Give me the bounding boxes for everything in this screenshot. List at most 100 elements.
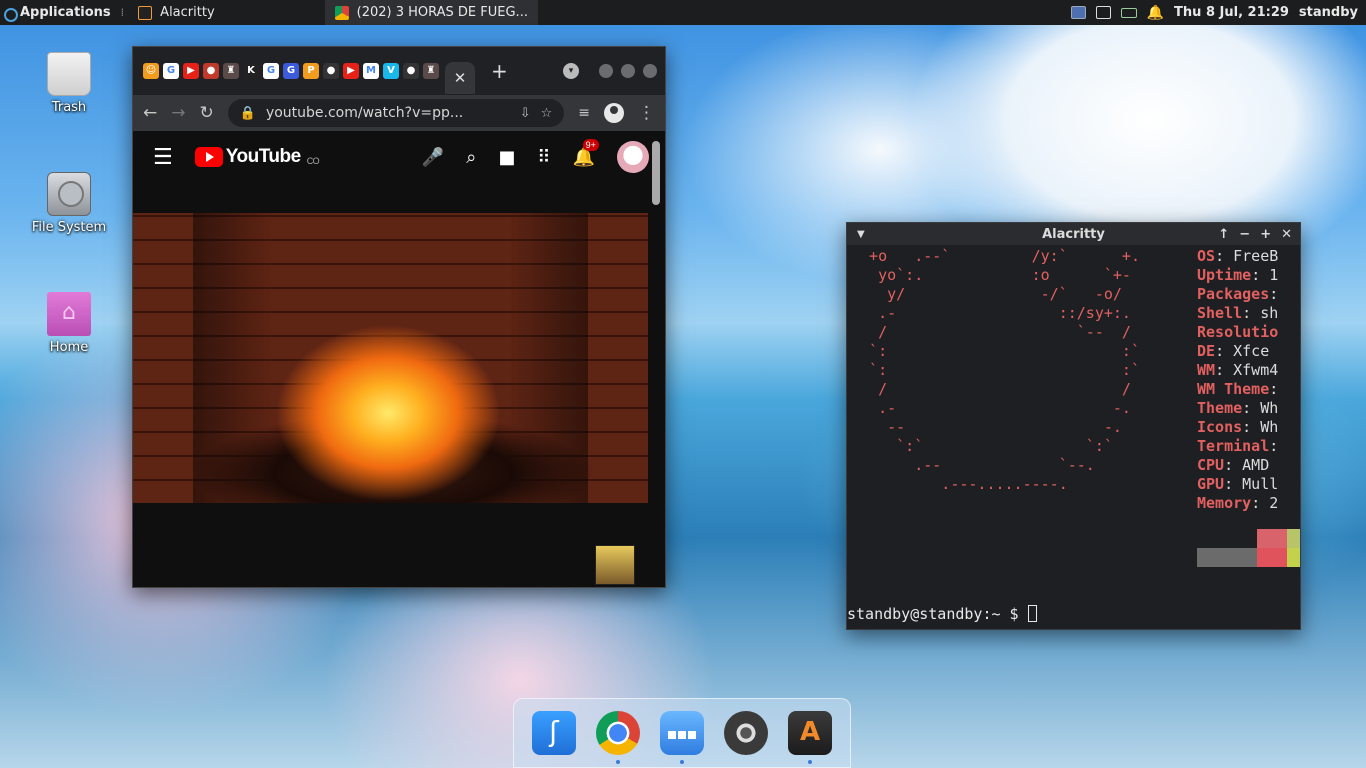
- channel-thumbnail[interactable]: [595, 545, 635, 585]
- active-tab[interactable]: ✕: [445, 62, 475, 94]
- install-icon[interactable]: ⇩: [520, 106, 531, 121]
- profile-icon[interactable]: [604, 103, 624, 123]
- maximize-button[interactable]: [621, 64, 635, 78]
- info-line: GPU: Mull: [1197, 475, 1278, 494]
- tab-favicon[interactable]: ▶: [183, 63, 199, 79]
- close-icon[interactable]: ✕: [1281, 227, 1292, 242]
- window-menu-icon[interactable]: ▼: [857, 229, 865, 240]
- info-line: Memory: 2: [1197, 494, 1278, 513]
- reload-icon[interactable]: ↻: [200, 103, 214, 123]
- info-value: : Mull: [1224, 475, 1279, 493]
- tab-favicon[interactable]: M: [363, 63, 379, 79]
- alacritty-icon: [138, 5, 153, 20]
- menu-kebab-icon[interactable]: ⋮: [638, 103, 655, 123]
- task-chrome[interactable]: (202) 3 HORAS DE FUEG...: [324, 0, 538, 25]
- forward-icon[interactable]: →: [171, 103, 185, 123]
- info-line: WM: Xfwm4: [1197, 361, 1278, 380]
- tab-strip: ☺ G ▶ ● ♜ K G G P ● ▶ M V ● ♜ ✕ + ▾: [133, 47, 665, 95]
- alacritty-icon[interactable]: [788, 711, 832, 764]
- create-video-icon[interactable]: ■: [498, 147, 515, 168]
- tab-favicon[interactable]: G: [263, 63, 279, 79]
- account-avatar[interactable]: [617, 141, 649, 173]
- info-key: OS: [1197, 247, 1216, 265]
- palette-swatch: [1197, 529, 1227, 548]
- chrome-icon[interactable]: [596, 711, 640, 764]
- hamburger-menu-icon[interactable]: ☰: [153, 145, 173, 170]
- palette-row: [1197, 548, 1300, 567]
- clock[interactable]: Thu 8 Jul, 21:29: [1174, 5, 1289, 20]
- new-tab-button[interactable]: +: [491, 59, 508, 83]
- tab-favicon[interactable]: ●: [203, 63, 219, 79]
- top-panel: Applications ⁞ Alacritty (202) 3 HORAS D…: [0, 0, 1366, 25]
- desktop-icon-file-system[interactable]: File System: [24, 172, 114, 235]
- youtube-logo-text: YouTube: [225, 146, 301, 167]
- maximize-icon[interactable]: +: [1260, 227, 1271, 242]
- chrome-tray-icon[interactable]: [1070, 6, 1086, 19]
- info-line: DE: Xfce: [1197, 342, 1278, 361]
- home-folder-icon: [47, 292, 91, 336]
- youtube-header: ☰ YouTube CO 🎤 ⌕ ■ ⠿ 🔔 9+: [133, 131, 665, 183]
- shade-icon[interactable]: ↑: [1218, 227, 1229, 242]
- tab-favicon[interactable]: K: [243, 63, 259, 79]
- tab-favicon[interactable]: V: [383, 63, 399, 79]
- close-tab-icon[interactable]: ✕: [454, 69, 467, 87]
- tab-favicon[interactable]: ▶: [343, 63, 359, 79]
- apps-grid-icon[interactable]: ⠿: [537, 147, 550, 168]
- tab-favicon[interactable]: ●: [323, 63, 339, 79]
- tab-favicon[interactable]: ●: [403, 63, 419, 79]
- bookmark-star-icon[interactable]: ☆: [541, 106, 553, 121]
- shell-prompt[interactable]: standby@standby:~ $: [847, 605, 1037, 624]
- desktop-icon-trash[interactable]: Trash: [24, 52, 114, 115]
- user-menu[interactable]: standby: [1299, 5, 1358, 20]
- neofetch-info: OS: FreeB Uptime: 1 Packages: Shell: sh Reso…: [1197, 247, 1278, 513]
- info-line: Terminal:: [1197, 437, 1278, 456]
- info-line: CPU: AMD: [1197, 456, 1278, 475]
- applications-menu[interactable]: Applications: [0, 0, 117, 25]
- settings-icon[interactable]: [724, 711, 768, 755]
- tab-favicon[interactable]: ☺: [143, 63, 159, 79]
- info-value: : 1: [1251, 266, 1279, 284]
- tab-favicon[interactable]: ♜: [223, 63, 239, 79]
- tab-favicon[interactable]: G: [283, 63, 299, 79]
- task-alacritty[interactable]: Alacritty: [128, 0, 224, 25]
- file-manager-icon[interactable]: [660, 711, 704, 764]
- info-value: : Xfwm4: [1215, 361, 1279, 379]
- search-icon[interactable]: ⌕: [466, 147, 476, 168]
- palette-swatch: [1227, 529, 1257, 548]
- microphone-icon[interactable]: 🎤: [422, 147, 444, 168]
- palette-swatch: [1257, 548, 1287, 567]
- video-player-fireplace[interactable]: [133, 213, 648, 503]
- minimize-button[interactable]: [599, 64, 613, 78]
- tab-favicon[interactable]: P: [303, 63, 319, 79]
- youtube-logo[interactable]: YouTube CO: [194, 146, 320, 168]
- palette-swatch: [1257, 529, 1287, 548]
- tab-favicon[interactable]: ♜: [423, 63, 439, 79]
- desktop-icon-home[interactable]: Home: [24, 292, 114, 355]
- tab-favicon[interactable]: G: [163, 63, 179, 79]
- battery-icon[interactable]: [1120, 7, 1137, 18]
- page-scrollbar[interactable]: [652, 141, 660, 205]
- desktop-icon-label: Home: [49, 340, 89, 355]
- text-editor-icon[interactable]: [532, 711, 576, 755]
- tab-search-icon[interactable]: ▾: [563, 63, 579, 79]
- media-controls-icon[interactable]: ≡: [578, 105, 590, 121]
- address-bar[interactable]: 🔒 youtube.com/watch?v=pp... ⇩ ☆: [227, 99, 565, 127]
- ascii-line: .---.....----.: [851, 475, 1068, 493]
- back-icon[interactable]: ←: [143, 103, 157, 123]
- lock-icon[interactable]: 🔒: [240, 106, 256, 121]
- window-tray-icon[interactable]: [1095, 6, 1111, 19]
- palette-swatch: [1197, 548, 1227, 567]
- trash-icon: [47, 52, 91, 96]
- minimize-icon[interactable]: −: [1239, 227, 1250, 242]
- info-key: Resolutio: [1197, 323, 1279, 341]
- browser-toolbar: ← → ↻ 🔒 youtube.com/watch?v=pp... ⇩ ☆ ≡ …: [133, 95, 665, 131]
- info-line: Theme: Wh: [1197, 399, 1278, 418]
- youtube-actions: 🎤 ⌕ ■ ⠿ 🔔 9+: [422, 138, 649, 173]
- notifications-bell-icon[interactable]: 🔔 9+: [573, 138, 599, 168]
- notification-bell-icon[interactable]: 🔔: [1147, 5, 1164, 21]
- close-window-button[interactable]: [643, 64, 657, 78]
- terminal-titlebar[interactable]: ▼ Alacritty ↑ − + ✕: [847, 223, 1300, 245]
- ascii-line: .- ::/sy+:.: [851, 304, 1131, 322]
- info-line: Resolutio: [1197, 323, 1278, 342]
- youtube-page: ☰ YouTube CO 🎤 ⌕ ■ ⠿ 🔔 9+: [133, 131, 665, 587]
